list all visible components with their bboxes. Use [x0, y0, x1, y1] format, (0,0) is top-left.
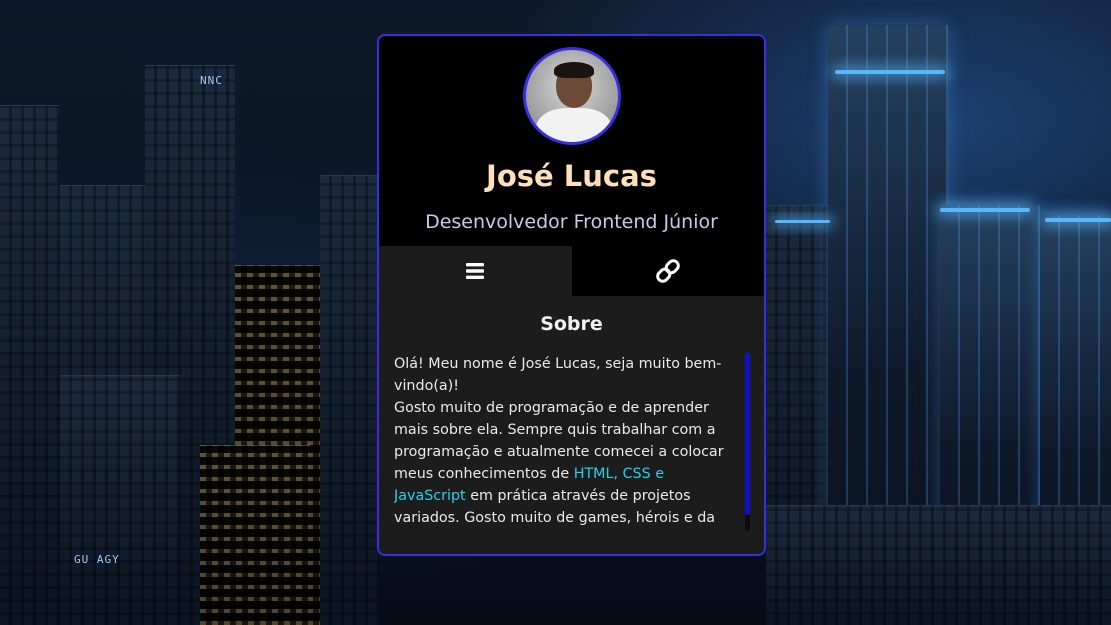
neon-light: [940, 208, 1030, 212]
link-icon: [655, 259, 680, 283]
about-intro: Olá! Meu nome é José Lucas, seja muito b…: [394, 356, 722, 394]
building-sign: GU AGY: [74, 553, 120, 566]
avatar-shirt: [536, 108, 612, 142]
profile-role: Desenvolvedor Frontend Júnior: [425, 211, 718, 233]
about-panel: Sobre Olá! Meu nome é José Lucas, seja m…: [379, 296, 764, 554]
building: [320, 175, 380, 625]
tab-links[interactable]: [571, 246, 764, 296]
neon-light: [835, 70, 945, 74]
neon-light: [775, 220, 830, 223]
building: [766, 505, 1111, 625]
building: [60, 375, 180, 625]
building: [200, 445, 310, 625]
scrollbar-thumb[interactable]: [745, 353, 750, 515]
avatar-hair: [554, 62, 594, 78]
about-body: Gosto muito de programação e de aprender…: [394, 400, 724, 482]
tab-about[interactable]: [379, 246, 572, 296]
profile-name: José Lucas: [486, 159, 657, 193]
scrollbar-track[interactable]: [745, 353, 750, 531]
neon-light: [1045, 218, 1111, 222]
building: [0, 105, 60, 625]
neon-sign: NNC: [200, 74, 223, 87]
section-title: Sobre: [540, 313, 603, 335]
avatar: [523, 47, 621, 145]
profile-card: José Lucas Desenvolvedor Frontend Júnior…: [377, 34, 766, 556]
menu-icon: [466, 263, 485, 279]
about-text[interactable]: Olá! Meu nome é José Lucas, seja muito b…: [394, 353, 728, 529]
tab-bar: [379, 246, 764, 296]
